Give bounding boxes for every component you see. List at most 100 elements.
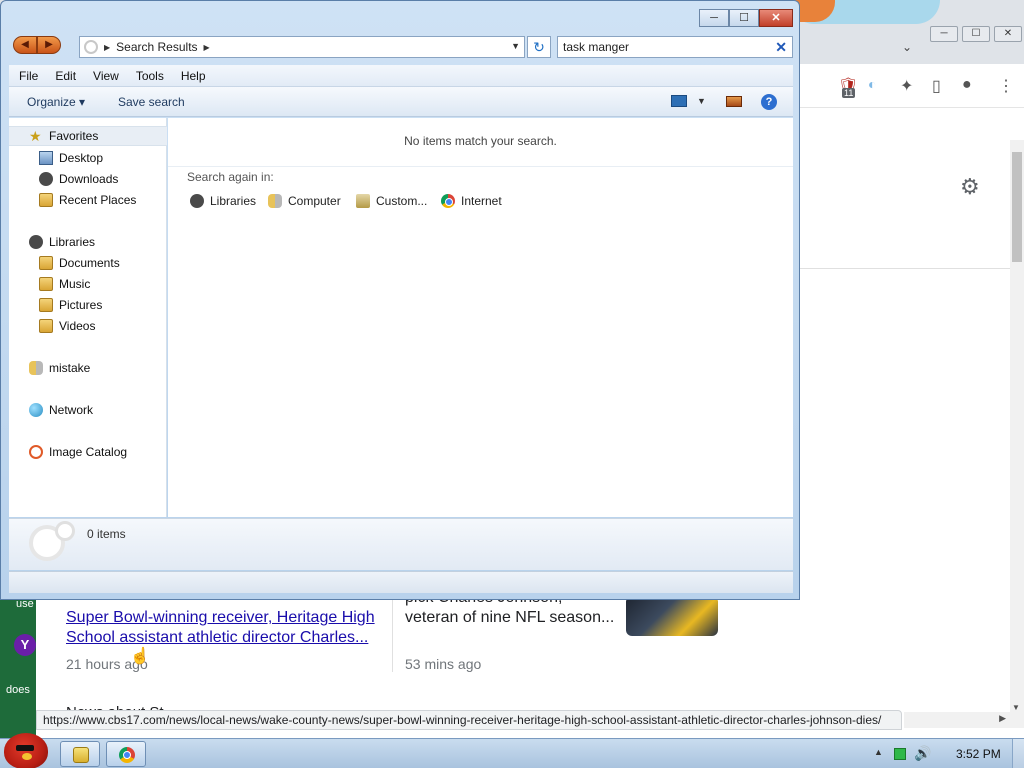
menu-file[interactable]: File <box>9 69 45 83</box>
news-headline-link[interactable]: Super Bowl-winning receiver, Heritage Hi… <box>66 608 386 648</box>
results-pane: No items match your search. Search again… <box>168 118 793 517</box>
taskbar-chrome-button[interactable] <box>106 741 146 767</box>
taskbar-explorer-button[interactable] <box>60 741 100 767</box>
location-label: Custom... <box>376 194 428 208</box>
clear-search-icon[interactable]: ✕ <box>775 39 787 56</box>
computer-icon <box>268 194 282 208</box>
breadcrumb-arrow-icon[interactable]: ▶ <box>204 43 210 52</box>
preview-pane-icon[interactable] <box>726 96 742 107</box>
maximize-button[interactable]: ☐ <box>729 9 759 27</box>
yahoo-icon[interactable]: Y <box>14 634 36 656</box>
back-button[interactable]: ◀ <box>13 36 37 54</box>
browser-menu-icon[interactable]: ⋮ <box>998 76 1014 96</box>
address-bar[interactable]: ▶ Search Results ▶ ▼ <box>79 36 525 58</box>
nav-label: Image Catalog <box>49 445 128 459</box>
browser-maximize-button[interactable]: ☐ <box>962 26 990 42</box>
nav-libraries[interactable]: Libraries <box>9 232 167 252</box>
network-icon <box>29 403 43 417</box>
nav-label: Network <box>49 403 94 417</box>
nav-label: Documents <box>59 256 120 270</box>
nav-label: Music <box>59 277 91 291</box>
nav-downloads[interactable]: Downloads <box>9 169 167 189</box>
nav-desktop[interactable]: Desktop <box>9 148 167 168</box>
menu-view[interactable]: View <box>83 69 126 83</box>
extensions-puzzle-icon[interactable]: ✦ <box>900 76 913 96</box>
search-input[interactable] <box>558 37 758 57</box>
show-desktop-button[interactable] <box>1012 739 1024 768</box>
documents-icon <box>39 256 53 270</box>
nav-image-catalog[interactable]: Image Catalog <box>9 442 167 462</box>
libraries-icon <box>190 194 204 208</box>
horizontal-scrollbar[interactable]: ▶ <box>904 712 1024 728</box>
settings-gear-icon[interactable]: ⚙ <box>960 174 980 200</box>
vertical-scrollbar[interactable]: ▼ <box>1010 140 1024 714</box>
change-view-icon[interactable] <box>671 95 687 107</box>
organize-button[interactable]: Organize ▾ <box>27 95 85 109</box>
hand-cursor-icon: ☝ <box>130 648 150 665</box>
search-box[interactable]: ✕ <box>557 36 793 58</box>
menu-edit[interactable]: Edit <box>45 69 83 83</box>
clock[interactable]: 3:52 PM <box>956 747 1001 761</box>
view-options-dropdown-icon[interactable]: ▼ <box>697 96 706 106</box>
nav-network[interactable]: Network <box>9 400 167 420</box>
nav-homegroup[interactable]: mistake <box>9 358 167 378</box>
menu-tools[interactable]: Tools <box>126 69 171 83</box>
scrollbar-thumb[interactable] <box>1012 152 1022 262</box>
browser-minimize-button[interactable]: ─ <box>930 26 958 42</box>
scroll-right-icon[interactable]: ▶ <box>999 713 1006 724</box>
nav-recent-places[interactable]: Recent Places <box>9 190 167 210</box>
desktop-edge-strip: use Y does <box>0 598 36 738</box>
nav-label: mistake <box>49 361 91 375</box>
item-count: 0 items <box>87 527 126 541</box>
caption-buttons: ─ ☐ ✕ <box>699 9 793 27</box>
browser-close-button[interactable]: ✕ <box>994 26 1022 42</box>
nav-label: Downloads <box>59 172 119 186</box>
refresh-button[interactable]: ↻ <box>527 36 551 58</box>
side-panel-icon[interactable]: ▯ <box>932 76 941 96</box>
nav-documents[interactable]: Documents <box>9 253 167 273</box>
menu-help[interactable]: Help <box>171 69 213 83</box>
start-button-angry-bird-icon[interactable] <box>4 733 48 768</box>
news-thumbnail[interactable] <box>626 596 718 636</box>
link-status-url: https://www.cbs17.com/news/local-news/wa… <box>36 710 902 730</box>
music-icon <box>39 277 53 291</box>
menu-bar: File Edit View Tools Help <box>9 65 793 87</box>
search-again-internet[interactable]: Internet <box>441 193 502 209</box>
nav-favorites[interactable]: ★ Favorites <box>9 126 167 146</box>
tab-search-chevron-icon[interactable]: ⌄ <box>902 40 912 54</box>
forward-button[interactable]: ▶ <box>37 36 61 54</box>
nav-label: Videos <box>59 319 96 333</box>
nav-videos[interactable]: Videos <box>9 316 167 336</box>
desktop-icon-label: does <box>6 684 30 696</box>
extension-badge: 11 <box>842 88 856 98</box>
help-icon[interactable]: ? <box>761 94 777 110</box>
nav-music[interactable]: Music <box>9 274 167 294</box>
search-again-computer[interactable]: Computer <box>268 193 341 209</box>
show-hidden-icons-icon[interactable]: ▲ <box>874 747 883 757</box>
power-icon[interactable] <box>894 748 906 760</box>
news-timestamp: 53 mins ago <box>405 656 482 672</box>
chrome-icon <box>441 194 455 208</box>
search-again-custom[interactable]: Custom... <box>356 193 427 209</box>
nav-pictures[interactable]: Pictures <box>9 295 167 315</box>
details-pane: 0 items <box>9 518 793 570</box>
pride-extension-icon[interactable]: ◐ <box>868 76 876 92</box>
system-tray: ▲ 🔊 3:52 PM <box>864 739 1024 768</box>
nav-label: Desktop <box>59 151 104 165</box>
minimize-button[interactable]: ─ <box>699 9 729 27</box>
news-divider <box>392 600 393 672</box>
star-icon: ★ <box>29 128 42 144</box>
navigation-pane: ★ Favorites Desktop Downloads Recent Pla… <box>9 118 167 517</box>
image-catalog-icon <box>29 445 43 459</box>
breadcrumb-search-results[interactable]: Search Results <box>116 40 197 54</box>
explorer-titlebar[interactable]: ─ ☐ ✕ <box>1 1 799 31</box>
search-again-libraries[interactable]: Libraries <box>190 193 256 209</box>
close-button[interactable]: ✕ <box>759 9 793 27</box>
save-search-button[interactable]: Save search <box>118 95 185 109</box>
pictures-icon <box>39 298 53 312</box>
volume-icon[interactable]: 🔊 <box>914 745 931 762</box>
address-dropdown-icon[interactable]: ▼ <box>511 41 520 51</box>
profile-avatar-icon[interactable]: ● <box>962 76 972 94</box>
scroll-down-icon[interactable]: ▼ <box>1012 703 1020 712</box>
breadcrumb-arrow-icon[interactable]: ▶ <box>104 43 110 52</box>
